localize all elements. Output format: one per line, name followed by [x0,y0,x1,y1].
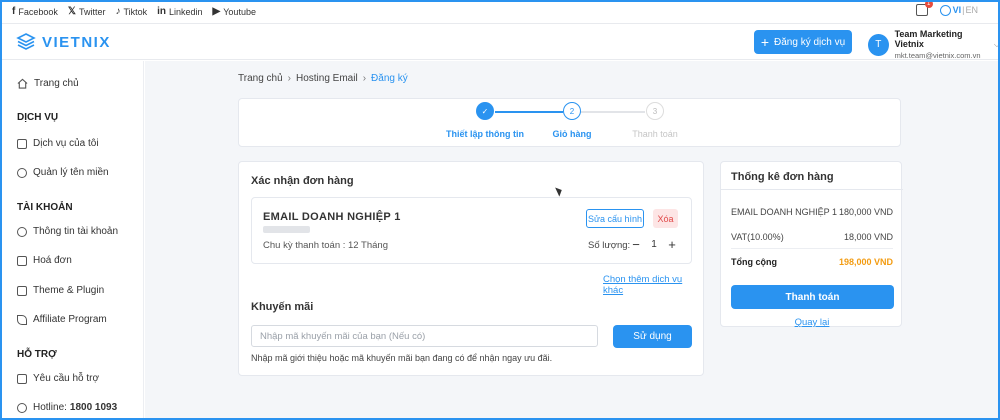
promo-note: Nhập mã giới thiệu hoặc mã khuyến mãi bạ… [251,353,553,363]
plus-icon: + [760,34,770,50]
total-amount: 198,000 VND [838,257,893,267]
promo-code-input[interactable] [251,325,598,347]
logo-text: VIETNIX [42,33,111,51]
social-link-twitter[interactable]: 𝕏 Twitter [68,6,106,17]
order-summary-card: Thống kê đơn hàng EMAIL DOANH NGHIỆP 1 1… [720,161,903,328]
sidebar-item-affiliate[interactable]: Affiliate Program [17,314,107,325]
social-link-tiktok[interactable]: ♪ Tiktok [115,6,147,17]
cart-badge: 1 [924,0,933,8]
avatar: T [868,33,889,56]
billing-cycle: Chu kỳ thanh toán : 12 Tháng [263,240,388,251]
check-icon: ✓ [476,102,494,120]
order-item: EMAIL DOANH NGHIỆP 1 Chu kỳ thanh toán :… [251,197,692,264]
divider [721,189,903,190]
sidebar-item-domains[interactable]: Quản lý tên miền [17,167,109,178]
main-content: Trang chủ › Hosting Email › Đăng ký ✓ Th… [145,61,998,418]
logo[interactable]: VIETNIX [16,32,111,52]
step-payment: 3 Thanh toán [615,102,695,139]
logo-icon [16,33,36,50]
user-icon [17,226,27,237]
globe-icon [939,4,951,16]
globe-icon [17,167,27,178]
social-link-facebook[interactable]: f Facebook [12,6,58,17]
lang-en[interactable]: EN [965,5,978,15]
quantity-label: Số lượng: [588,240,631,251]
download-icon [17,285,27,296]
phone-icon [17,402,27,413]
facebook-icon: f [12,6,16,17]
breadcrumb-current: Đăng ký [371,73,408,84]
social-bar: f Facebook 𝕏 Twitter ♪ Tiktok in Linkedin ▶ Y… [0,0,1000,24]
home-icon [17,78,28,89]
youtube-icon: ▶ [212,6,221,17]
checkout-steps: ✓ Thiết lập thông tin 2 Giỏ hàng 3 Thanh… [238,98,901,147]
tiktok-icon: ♪ [115,6,121,17]
edit-config-button[interactable]: Sửa cấu hình [586,209,644,228]
sidebar-section-account: TÀI KHOẢN [17,202,73,213]
step-info: ✓ Thiết lập thông tin [425,102,545,139]
sidebar-item-invoices[interactable]: Hoá đơn [17,255,72,266]
social-link-linkedin[interactable]: in Linkedin [157,6,202,17]
add-more-services-link[interactable]: Chọn thêm dịch vụ khác [603,274,703,296]
chevron-right-icon: › [287,73,291,84]
register-service-button[interactable]: + Đăng ký dịch vụ [754,30,852,54]
sidebar-item-account-info[interactable]: Thông tin tài khoản [17,226,118,237]
summary-total: Tổng cộng 198,000 VND [731,257,893,267]
user-name: Team Marketing Vietnix [894,29,963,49]
item-name: EMAIL DOANH NGHIỆP 1 [263,211,401,223]
summary-title: Thống kê đơn hàng [731,171,834,183]
item-subtitle-placeholder [263,226,310,233]
sidebar: Trang chủ DỊCH VỤ Dịch vụ của tôi Quản l… [0,61,144,420]
lang-vi[interactable]: VI [953,5,962,15]
user-email: mkt.team@vietnix.com.vn [894,51,981,60]
checkout-button[interactable]: Thanh toán [731,285,894,309]
sidebar-section-support: HỖ TRỢ [17,349,57,360]
cart-icon[interactable]: 1 [915,0,933,16]
sidebar-item-themes[interactable]: Theme & Plugin [17,285,104,296]
chevron-down-icon: ⌵ [993,39,1000,49]
calendar-icon [17,138,27,149]
promo-title: Khuyến mãi [251,301,314,313]
back-link[interactable]: Quay lại [721,317,903,328]
sidebar-item-my-services[interactable]: Dịch vụ của tôi [17,138,99,149]
linkedin-icon: in [157,6,167,17]
summary-row: EMAIL DOANH NGHIỆP 1 180,000 VND [731,207,893,217]
social-link-youtube[interactable]: ▶ Youtube [213,6,256,17]
invoice-icon [17,255,27,266]
quantity-stepper: − 1 + [629,235,679,254]
apply-promo-button[interactable]: Sử dụng [613,325,692,348]
sidebar-section-services: DỊCH VỤ [17,112,59,123]
breadcrumb-home[interactable]: Trang chủ [238,73,283,84]
sidebar-item-support-request[interactable]: Yêu cầu hỗ trợ [17,373,99,384]
step-cart: 2 Giỏ hàng [532,102,612,139]
sidebar-item-hotline[interactable]: Hotline: 1800 1093 [17,402,117,413]
twitter-icon: 𝕏 [67,6,76,17]
sidebar-item-home[interactable]: Trang chủ [17,78,79,89]
summary-row: VAT(10.00%) 18,000 VND [731,232,893,242]
order-confirmation-card: Xác nhận đơn hàng EMAIL DOANH NGHIỆP 1 C… [238,161,704,376]
plus-button[interactable]: + [665,237,679,252]
chevron-right-icon: › [362,73,367,84]
lang-separator: | [962,5,965,15]
user-menu[interactable]: T Team Marketing Vietnix mkt.team@vietni… [868,29,1000,60]
send-icon [17,314,27,325]
header: VIETNIX + Đăng ký dịch vụ T Team Marketi… [0,24,1000,60]
minus-button[interactable]: − [629,237,643,252]
hotline-number: 1800 1093 [69,402,118,413]
order-title: Xác nhận đơn hàng [251,175,354,187]
quantity-value[interactable]: 1 [651,239,657,250]
delete-button[interactable]: Xóa [653,209,678,228]
divider [731,248,893,249]
breadcrumb-hosting[interactable]: Hosting Email [296,73,358,84]
breadcrumb: Trang chủ › Hosting Email › Đăng ký [238,73,408,84]
ticket-icon [17,373,27,384]
